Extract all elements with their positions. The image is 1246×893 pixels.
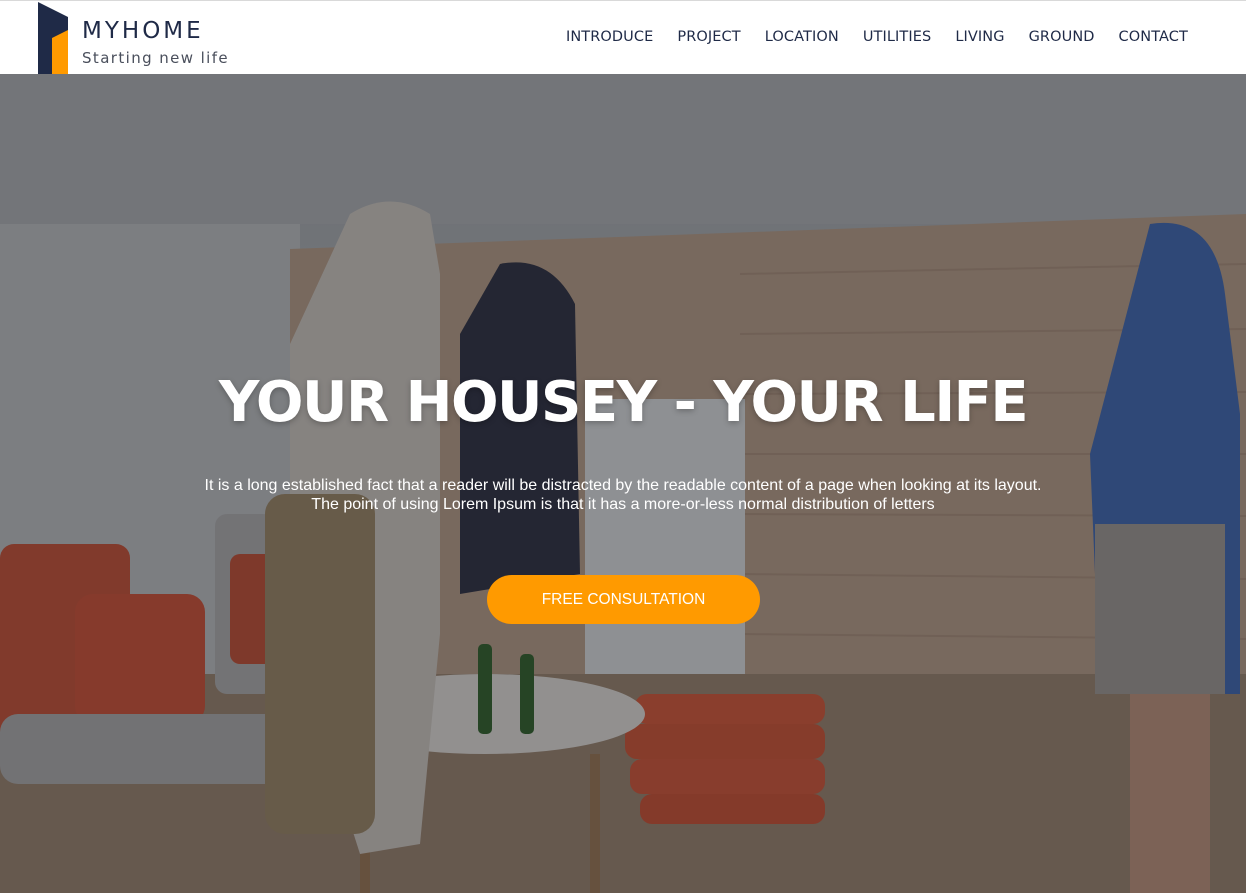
nav-item-location[interactable]: LOCATION bbox=[765, 29, 839, 45]
nav-item-ground[interactable]: GROUND bbox=[1029, 29, 1095, 45]
nav-item-introduce[interactable]: INTRODUCE bbox=[566, 29, 653, 45]
brand-tagline: Starting new life bbox=[82, 49, 230, 67]
brand-name: MYHOME bbox=[82, 18, 204, 44]
house-logo-icon bbox=[38, 2, 68, 74]
nav-item-utilities[interactable]: UTILITIES bbox=[863, 29, 932, 45]
brand-logo[interactable]: MYHOME Starting new life bbox=[38, 2, 248, 74]
nav-item-contact[interactable]: CONTACT bbox=[1119, 29, 1188, 45]
free-consultation-button[interactable]: FREE CONSULTATION bbox=[487, 575, 760, 624]
nav-item-living[interactable]: LIVING bbox=[955, 29, 1004, 45]
site-header: MYHOME Starting new life INTRODUCE PROJE… bbox=[0, 1, 1246, 74]
hero-description-line-2: The point of using Lorem Ipsum is that i… bbox=[311, 496, 935, 513]
hero-section: YOUR HOUSEY - YOUR LIFE It is a long est… bbox=[0, 74, 1246, 893]
hero-description: It is a long established fact that a rea… bbox=[150, 476, 1096, 514]
main-nav: INTRODUCE PROJECT LOCATION UTILITIES LIV… bbox=[566, 29, 1188, 45]
nav-item-project[interactable]: PROJECT bbox=[677, 29, 740, 45]
hero-description-line-1: It is a long established fact that a rea… bbox=[204, 477, 1042, 494]
hero-title: YOUR HOUSEY - YOUR LIFE bbox=[218, 370, 1029, 435]
